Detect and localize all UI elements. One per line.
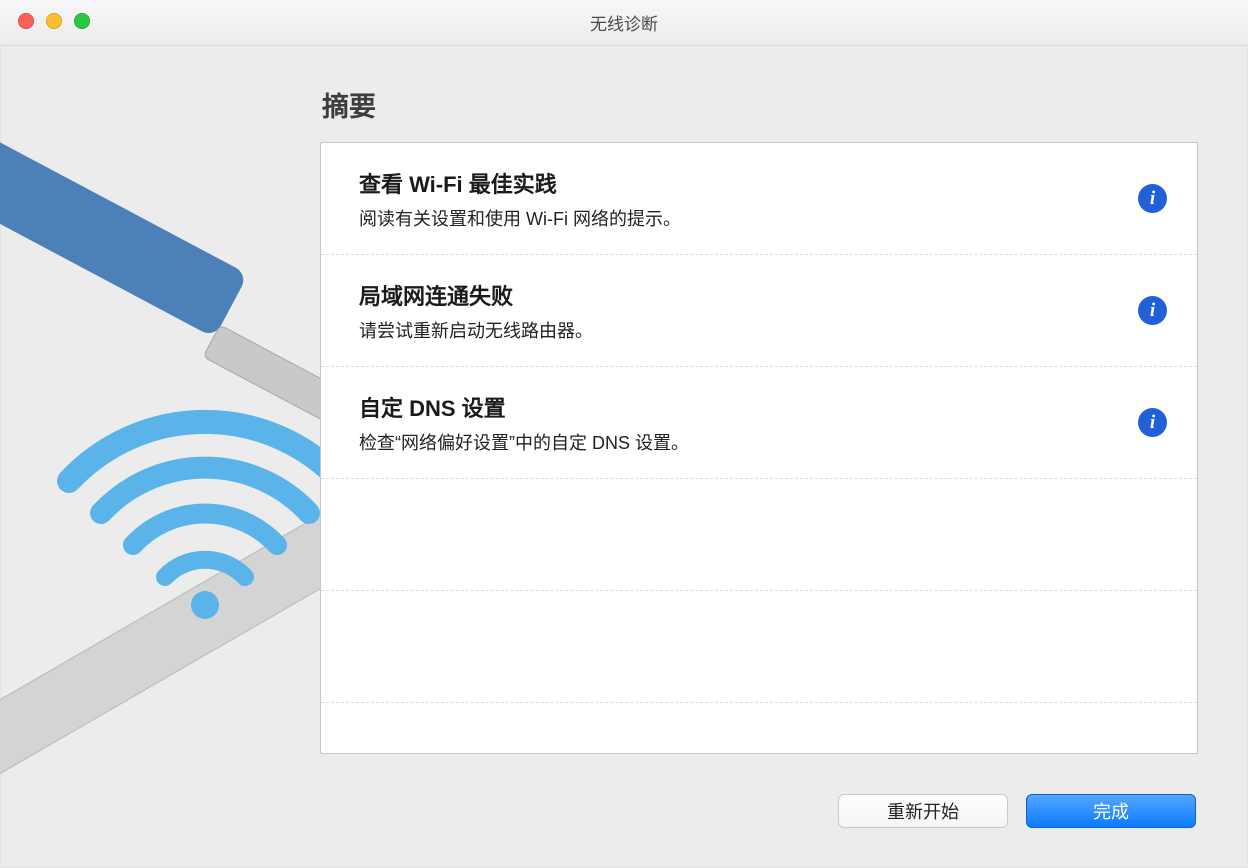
summary-panel: 查看 Wi-Fi 最佳实践 阅读有关设置和使用 Wi-Fi 网络的提示。 i 局… — [320, 142, 1198, 754]
window: 无线诊断 — [0, 0, 1248, 868]
summary-heading: 摘要 — [322, 85, 1198, 124]
summary-item-empty — [321, 591, 1197, 703]
summary-item-text: 自定 DNS 设置 检查“网络偏好设置”中的自定 DNS 设置。 — [359, 391, 689, 455]
summary-item-title: 自定 DNS 设置 — [359, 391, 689, 423]
summary-item-desc: 请尝试重新启动无线路由器。 — [359, 317, 593, 343]
summary-item-empty — [321, 703, 1197, 815]
info-icon[interactable]: i — [1138, 296, 1167, 325]
info-icon[interactable]: i — [1138, 184, 1167, 213]
info-icon[interactable]: i — [1138, 408, 1167, 437]
summary-item-title: 局域网连通失败 — [359, 279, 593, 311]
summary-item-text: 局域网连通失败 请尝试重新启动无线路由器。 — [359, 279, 593, 343]
traffic-lights — [18, 13, 90, 29]
summary-section: 摘要 查看 Wi-Fi 最佳实践 阅读有关设置和使用 Wi-Fi 网络的提示。 … — [320, 85, 1198, 758]
summary-item-title: 查看 Wi-Fi 最佳实践 — [359, 167, 681, 199]
maximize-button[interactable] — [74, 13, 90, 29]
summary-item-dns: 自定 DNS 设置 检查“网络偏好设置”中的自定 DNS 设置。 i — [321, 367, 1197, 479]
summary-item-empty — [321, 479, 1197, 591]
close-button[interactable] — [18, 13, 34, 29]
summary-item-best-practices: 查看 Wi-Fi 最佳实践 阅读有关设置和使用 Wi-Fi 网络的提示。 i — [321, 143, 1197, 255]
content-area: 摘要 查看 Wi-Fi 最佳实践 阅读有关设置和使用 Wi-Fi 网络的提示。 … — [0, 45, 1248, 868]
summary-item-desc: 检查“网络偏好设置”中的自定 DNS 设置。 — [359, 429, 689, 455]
summary-item-lan-fail: 局域网连通失败 请尝试重新启动无线路由器。 i — [321, 255, 1197, 367]
summary-item-desc: 阅读有关设置和使用 Wi-Fi 网络的提示。 — [359, 205, 681, 231]
summary-item-text: 查看 Wi-Fi 最佳实践 阅读有关设置和使用 Wi-Fi 网络的提示。 — [359, 167, 681, 231]
minimize-button[interactable] — [46, 13, 62, 29]
titlebar: 无线诊断 — [0, 0, 1248, 46]
window-title: 无线诊断 — [590, 10, 658, 35]
